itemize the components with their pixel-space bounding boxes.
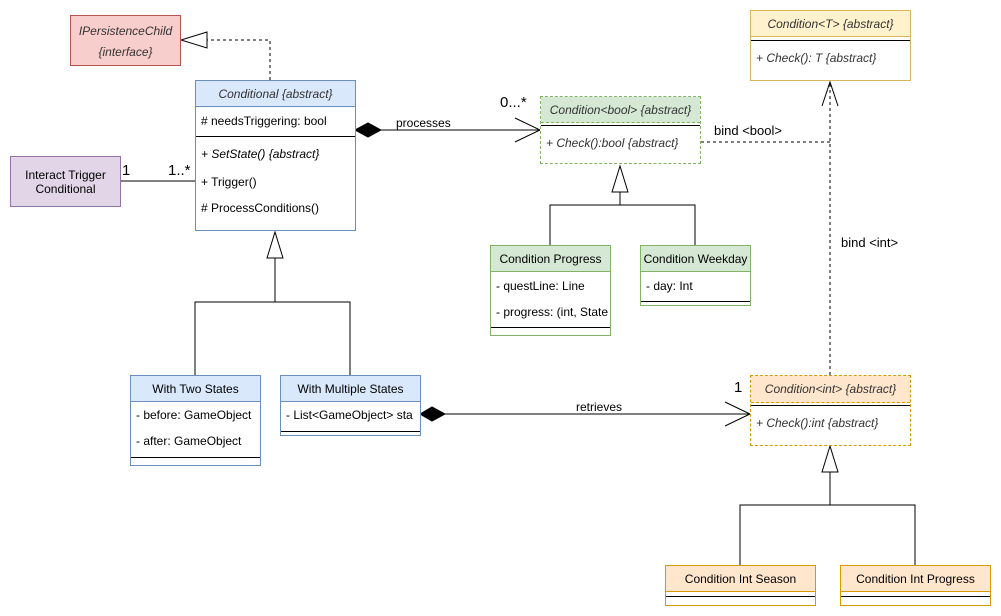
attribute: - questLine: Line (496, 279, 585, 293)
separator (751, 405, 910, 406)
class-ipersistence-child[interactable]: IPersistenceChild {interface} (70, 15, 181, 66)
class-with-multiple-states[interactable]: With Multiple States - List<GameObject> … (280, 375, 421, 436)
method: + Check(): T {abstract} (756, 51, 877, 65)
inheritance-line (194, 258, 351, 375)
attribute: - progress: (int, State (496, 305, 608, 319)
separator (751, 40, 910, 41)
multiplicity-source: 1 (122, 162, 131, 179)
attribute: - after: GameObject (136, 434, 242, 448)
class-name: Condition Int Progress (841, 566, 990, 592)
class-name: Condition<bool> {abstract} (541, 97, 700, 123)
class-condition-int-season[interactable]: Condition Int Season (665, 565, 816, 606)
attribute: - List<GameObject> sta (286, 408, 413, 422)
class-interact-trigger-conditional[interactable]: Interact Trigger Conditional (10, 156, 121, 207)
class-condition-progress[interactable]: Condition Progress - questLine: Line - p… (490, 245, 611, 336)
class-name: Condition Int Season (666, 566, 815, 592)
attribute: - before: GameObject (136, 408, 252, 422)
inheritance-arrowhead (821, 444, 839, 473)
class-condition-int-progress[interactable]: Condition Int Progress (840, 565, 991, 606)
method: + Check():int {abstract} (756, 416, 879, 430)
class-name: Condition Progress (491, 246, 610, 272)
method: + Check():bool {abstract} (546, 136, 679, 150)
class-name: With Two States (131, 376, 260, 402)
class-name: Condition<int> {abstract} (751, 376, 910, 403)
separator (491, 327, 610, 328)
uml-class-diagram: IPersistenceChild {interface} Conditiona… (0, 0, 1001, 616)
realization-arrowhead (179, 31, 208, 49)
relation-label-bind-bool: bind <bool> (714, 123, 782, 138)
separator (841, 596, 990, 597)
class-name: IPersistenceChild (78, 24, 173, 38)
inheritance-line (549, 192, 696, 245)
attribute: # needsTriggering: bool (201, 114, 327, 128)
separator (196, 136, 355, 137)
relation-label-retrieves: retrieves (576, 400, 623, 414)
method: # ProcessConditions() (201, 201, 320, 215)
inheritance-arrowhead (266, 230, 284, 259)
class-condition-weekday[interactable]: Condition Weekday - day: Int (640, 245, 751, 306)
class-name: Condition Weekday (641, 246, 750, 272)
multiplicity-target: 1..* (168, 162, 191, 179)
method: + SetState() {abstract} (201, 147, 320, 161)
composition-diamond (353, 122, 383, 138)
class-with-two-states[interactable]: With Two States - before: GameObject - a… (130, 375, 261, 466)
class-condition-t[interactable]: Condition<T> {abstract} + Check(): T {ab… (750, 10, 911, 81)
separator (281, 431, 420, 432)
attribute: - day: Int (646, 279, 693, 293)
relation-label-processes: processes (396, 116, 451, 130)
inheritance-arrowhead (611, 164, 629, 193)
realization-line (207, 39, 271, 80)
relation-label-bind-int: bind <int> (841, 235, 899, 250)
method: + Trigger() (201, 175, 257, 189)
class-condition-int[interactable]: Condition<int> {abstract} + Check():int … (750, 375, 911, 446)
class-conditional[interactable]: Conditional {abstract} # needsTriggering… (195, 80, 356, 231)
separator (666, 596, 815, 597)
class-stereotype: {interface} (98, 45, 153, 59)
class-condition-bool[interactable]: Condition<bool> {abstract} + Check():boo… (540, 96, 701, 164)
class-name: Interact Trigger Conditional (25, 167, 106, 196)
multiplicity-target: 1 (734, 379, 743, 396)
separator (541, 125, 700, 126)
class-name: With Multiple States (281, 376, 420, 402)
separator (131, 457, 260, 458)
multiplicity-target: 0...* (500, 94, 527, 111)
class-name: Conditional {abstract} (196, 81, 355, 107)
inheritance-line (739, 472, 916, 565)
separator (641, 301, 750, 302)
composition-diamond (419, 406, 447, 422)
class-name: Condition<T> {abstract} (751, 11, 910, 37)
